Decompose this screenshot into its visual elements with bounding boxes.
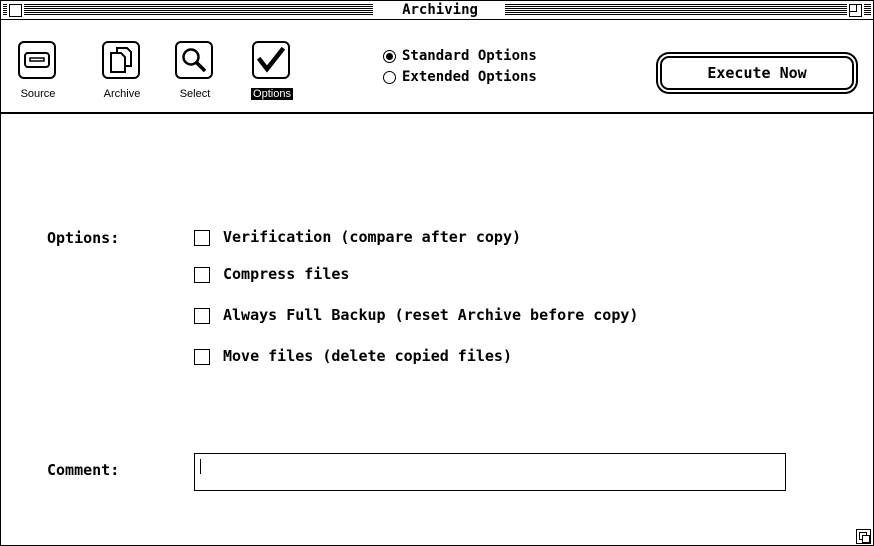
checkmark-icon bbox=[252, 41, 290, 79]
compress-files-checkbox[interactable]: Compress files bbox=[194, 263, 794, 285]
select-tool-button[interactable]: Select bbox=[164, 41, 226, 109]
checkbox-box bbox=[194, 230, 210, 246]
source-tool-button[interactable]: Source bbox=[7, 41, 69, 109]
title-bar[interactable]: Archiving bbox=[1, 1, 873, 20]
title-bar-stripes-right bbox=[505, 4, 871, 16]
comment-label: Comment: bbox=[47, 461, 120, 479]
magnifier-icon bbox=[175, 41, 213, 79]
checkbox-box bbox=[194, 267, 210, 283]
execute-now-button[interactable]: Execute Now bbox=[660, 56, 854, 90]
resize-handle[interactable] bbox=[856, 529, 871, 544]
always-full-backup-checkbox[interactable]: Always Full Backup (reset Archive before… bbox=[194, 304, 794, 326]
text-caret bbox=[200, 459, 201, 474]
options-tool-label: Options bbox=[251, 88, 293, 100]
window-title: Archiving bbox=[375, 1, 505, 19]
documents-icon bbox=[102, 41, 140, 79]
options-mode-radio-group: Standard Options Extended Options bbox=[381, 46, 621, 90]
comment-input[interactable] bbox=[194, 453, 786, 491]
extended-options-radio[interactable]: Extended Options bbox=[381, 67, 621, 87]
move-files-checkbox[interactable]: Move files (delete copied files) bbox=[194, 345, 794, 367]
toolbar: Source Archive Select Options Standard O… bbox=[1, 20, 873, 114]
drive-icon bbox=[18, 41, 56, 79]
verification-checkbox[interactable]: Verification (compare after copy) bbox=[194, 226, 794, 248]
options-tool-button[interactable]: Options bbox=[241, 41, 303, 109]
source-tool-label: Source bbox=[20, 88, 56, 100]
options-label: Options: bbox=[47, 229, 120, 247]
radio-circle bbox=[383, 71, 396, 84]
archive-tool-button[interactable]: Archive bbox=[91, 41, 153, 109]
archive-tool-label: Archive bbox=[103, 88, 141, 100]
checkbox-box bbox=[194, 308, 210, 324]
title-bar-stripes-left bbox=[3, 4, 373, 16]
zoom-box[interactable] bbox=[849, 4, 862, 17]
standard-options-radio[interactable]: Standard Options bbox=[381, 46, 621, 66]
checkbox-box bbox=[194, 349, 210, 365]
close-box[interactable] bbox=[9, 4, 22, 17]
archiving-window: Archiving Source Archive Select Options … bbox=[0, 0, 874, 546]
radio-circle-selected bbox=[383, 50, 396, 63]
select-tool-label: Select bbox=[179, 88, 211, 100]
